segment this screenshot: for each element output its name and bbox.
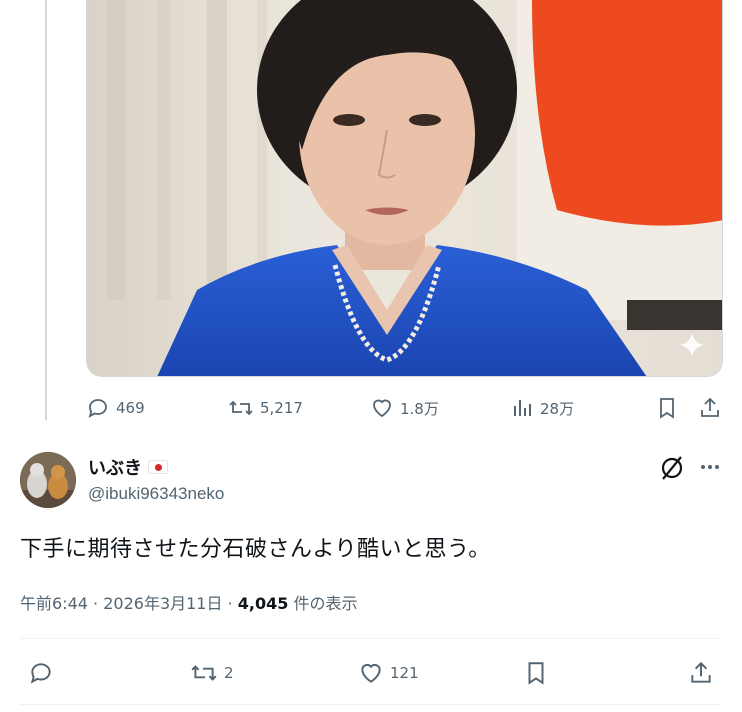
meta-separator: · xyxy=(227,594,233,613)
portrait-photo xyxy=(87,0,722,376)
cats-avatar-image xyxy=(20,452,76,508)
repost-count: 5,217 xyxy=(260,399,303,417)
display-name[interactable]: いぶき xyxy=(88,454,168,480)
like-button[interactable]: 1.8万 xyxy=(370,396,439,420)
like-count: 121 xyxy=(390,664,419,682)
thread-connector-line xyxy=(45,0,47,420)
repost-icon xyxy=(191,665,217,681)
bookmark-icon xyxy=(528,662,544,685)
divider xyxy=(20,638,722,639)
reply-icon xyxy=(30,663,51,684)
post-date[interactable]: 2026年3月11日 xyxy=(103,594,222,613)
view-count: 28万 xyxy=(540,399,575,418)
bar-chart-icon xyxy=(514,400,531,416)
views-button[interactable]: 28万 xyxy=(512,396,574,420)
display-name-text: いぶき xyxy=(88,458,142,478)
grok-icon[interactable] xyxy=(658,455,686,481)
post-time[interactable]: 午前6:44 xyxy=(20,594,88,613)
views-count: 4,045 xyxy=(237,594,289,613)
share-icon xyxy=(701,397,719,417)
japan-flag-icon xyxy=(148,460,168,474)
heart-icon xyxy=(373,399,391,418)
tweet-meta: 午前6:44 · 2026年3月11日 · 4,045 件の表示 xyxy=(20,590,357,614)
more-options-icon[interactable] xyxy=(698,455,722,479)
tweet-text: 下手に期待させた分石破さんより酷いと思う。 xyxy=(20,537,491,562)
divider xyxy=(20,704,722,705)
reply-button[interactable] xyxy=(28,660,54,686)
share-button[interactable] xyxy=(698,396,722,420)
avatar[interactable] xyxy=(20,452,76,508)
heart-icon xyxy=(361,663,381,683)
like-count: 1.8万 xyxy=(400,399,439,418)
reply-button[interactable]: 469 xyxy=(86,396,145,420)
user-handle[interactable]: @ibuki96343neko xyxy=(88,484,224,504)
bookmark-icon xyxy=(660,398,674,419)
reply-icon xyxy=(88,399,107,418)
meta-separator: · xyxy=(93,594,99,613)
reply-count: 469 xyxy=(116,399,145,417)
bookmark-button[interactable] xyxy=(656,396,678,420)
like-button[interactable]: 121 xyxy=(358,660,419,686)
share-icon xyxy=(691,661,711,683)
repost-icon xyxy=(229,400,253,416)
repost-count: 2 xyxy=(224,664,234,682)
post-photo[interactable] xyxy=(86,0,723,377)
views-label: 件の表示 xyxy=(293,594,358,613)
share-button[interactable] xyxy=(688,660,714,686)
bookmark-button[interactable] xyxy=(524,660,548,686)
repost-button[interactable]: 5,217 xyxy=(228,396,303,420)
repost-button[interactable]: 2 xyxy=(190,660,234,686)
